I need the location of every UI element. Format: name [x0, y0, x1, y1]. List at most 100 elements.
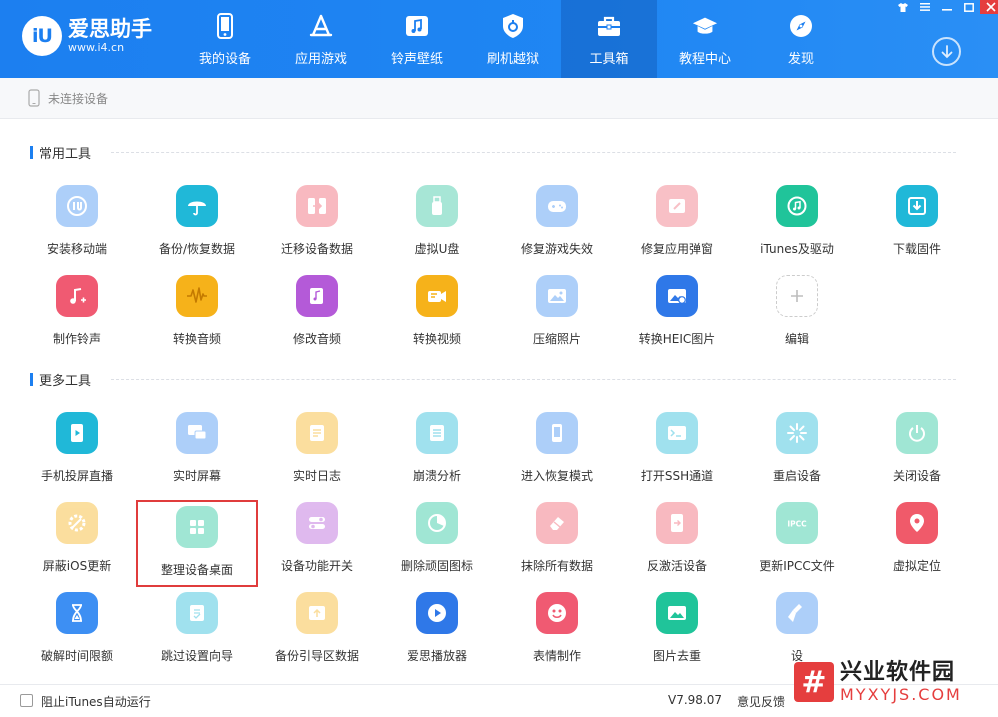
tool-gear-block[interactable]: 屏蔽iOS更新	[17, 502, 137, 588]
nav-label: 发现	[787, 52, 814, 67]
tool-grid[interactable]: 整理设备桌面	[136, 500, 258, 587]
block-itunes-checkbox[interactable]	[20, 694, 33, 707]
tool-label: 制作铃声	[52, 332, 101, 346]
tool-video[interactable]: 转换视频	[377, 275, 497, 361]
restart-icon	[776, 412, 818, 454]
tool-label: 转换音频	[172, 332, 221, 346]
nav-tutorials[interactable]: 教程中心	[657, 0, 753, 78]
usb-drive-icon	[416, 185, 458, 227]
tool-gamepad[interactable]: 修复游戏失效	[497, 185, 617, 271]
tool-recovery-mode[interactable]: 进入恢复模式	[497, 412, 617, 498]
tool-label: 虚拟U盘	[414, 242, 460, 256]
tool-realtime-screen[interactable]: 实时屏幕	[137, 412, 257, 498]
grid-icon	[176, 506, 218, 548]
nav-my-device[interactable]: 我的设备	[177, 0, 273, 78]
tool-audio-edit[interactable]: 修改音频	[257, 275, 377, 361]
tool-waveform[interactable]: 转换音频	[137, 275, 257, 361]
minimize-icon[interactable]	[936, 0, 958, 14]
tool-location-pin[interactable]: 虚拟定位	[857, 502, 977, 588]
tool-label: 压缩照片	[532, 332, 581, 346]
nav-ringtones[interactable]: 铃声壁纸	[369, 0, 465, 78]
tool-label: 安装移动端	[46, 242, 107, 256]
tool-heic[interactable]: 转换HEIC图片	[617, 275, 737, 361]
close-icon[interactable]	[980, 0, 998, 14]
pie-icon	[416, 502, 458, 544]
tool-label: 打开SSH通道	[640, 469, 714, 483]
tool-label: 转换HEIC图片	[638, 332, 716, 346]
tool-skip-setup[interactable]: 跳过设置向导	[137, 592, 257, 678]
tool-power[interactable]: 关闭设备	[857, 412, 977, 498]
nav-toolbox[interactable]: 工具箱	[561, 0, 657, 78]
backup-boot-icon	[296, 592, 338, 634]
tool-screen-cast[interactable]: 手机投屏直播	[17, 412, 137, 498]
tool-label: 爱思播放器	[406, 649, 467, 663]
device-status-bar: 未连接设备	[0, 78, 998, 119]
tool-eraser[interactable]: 抹除所有数据	[497, 502, 617, 588]
tool-label: 屏蔽iOS更新	[42, 559, 112, 573]
logo-name: 爱思助手	[68, 17, 152, 41]
shirt-icon[interactable]	[892, 0, 914, 14]
tool-emoji[interactable]: 表情制作	[497, 592, 617, 678]
tool-label: 图片去重	[652, 649, 701, 663]
tool-hourglass[interactable]: 破解时间限额	[17, 592, 137, 678]
phone-icon	[212, 13, 238, 39]
tool-label: 跳过设置向导	[160, 649, 233, 663]
tool-log[interactable]: 实时日志	[257, 412, 377, 498]
tool-toggle[interactable]: 设备功能开关	[257, 502, 377, 588]
tool-label: 备份引导区数据	[274, 649, 359, 663]
tool-deactivate[interactable]: 反激活设备	[617, 502, 737, 588]
photo-icon	[536, 275, 578, 317]
tool-photo[interactable]: 压缩照片	[497, 275, 617, 361]
tool-ringtone[interactable]: 制作铃声	[17, 275, 137, 361]
tool-label: 抹除所有数据	[520, 559, 593, 573]
watermark-logo: #	[794, 662, 834, 702]
tool-repair-app[interactable]: 修复应用弹窗	[617, 185, 737, 271]
tool-usb-drive[interactable]: 虚拟U盘	[377, 185, 497, 271]
tool-crash-report[interactable]: 崩溃分析	[377, 412, 497, 498]
hourglass-icon	[56, 592, 98, 634]
menu-icon[interactable]	[914, 0, 936, 14]
tool-play[interactable]: 爱思播放器	[377, 592, 497, 678]
tool-plus[interactable]: 编辑	[737, 275, 857, 361]
tool-ipcc[interactable]: IPCC 更新IPCC文件	[737, 502, 857, 588]
tool-itunes[interactable]: iTunes及驱动	[737, 185, 857, 271]
i4-logo-icon	[56, 185, 98, 227]
heic-icon	[656, 275, 698, 317]
block-itunes-label[interactable]: 阻止iTunes自动运行	[41, 693, 151, 710]
tool-restart[interactable]: 重启设备	[737, 412, 857, 498]
tool-download-firmware[interactable]: 下载固件	[857, 185, 977, 271]
tool-umbrella[interactable]: 备份/恢复数据	[137, 185, 257, 271]
feedback-link[interactable]: 意见反馈	[737, 693, 785, 710]
repair-app-icon	[656, 185, 698, 227]
nav-discover[interactable]: 发现	[753, 0, 849, 78]
audio-edit-icon	[296, 275, 338, 317]
log-icon	[296, 412, 338, 454]
tool-pie[interactable]: 删除顽固图标	[377, 502, 497, 588]
download-arrow-icon	[941, 44, 952, 58]
tool-backup-boot[interactable]: 备份引导区数据	[257, 592, 377, 678]
download-manager-button[interactable]	[932, 37, 961, 66]
shield-icon	[500, 13, 526, 39]
tool-label: 破解时间限额	[40, 649, 113, 663]
waveform-icon	[176, 275, 218, 317]
tool-label: 更新IPCC文件	[759, 559, 835, 573]
tool-label: iTunes及驱动	[760, 242, 834, 256]
plus-icon	[776, 275, 818, 317]
download-firmware-icon	[896, 185, 938, 227]
tool-i4-logo[interactable]: 安装移动端	[17, 185, 137, 271]
itunes-icon	[776, 185, 818, 227]
tool-label: 删除顽固图标	[400, 559, 473, 573]
nav-flash-jailbreak[interactable]: 刷机越狱	[465, 0, 561, 78]
tool-label: 重启设备	[772, 469, 821, 483]
tool-photo-dedup[interactable]: 图片去重	[617, 592, 737, 678]
tool-label: 进入恢复模式	[520, 469, 593, 483]
tool-terminal[interactable]: 打开SSH通道	[617, 412, 737, 498]
maximize-icon[interactable]	[958, 0, 980, 14]
video-icon	[416, 275, 458, 317]
clean-brush-icon	[776, 592, 818, 634]
nav-apps-games[interactable]: 应用游戏	[273, 0, 369, 78]
skip-setup-icon	[176, 592, 218, 634]
app-logo: iU 爱思助手 www.i4.cn	[22, 16, 152, 56]
tool-label: 下载固件	[892, 242, 941, 256]
tool-transfer[interactable]: 迁移设备数据	[257, 185, 377, 271]
